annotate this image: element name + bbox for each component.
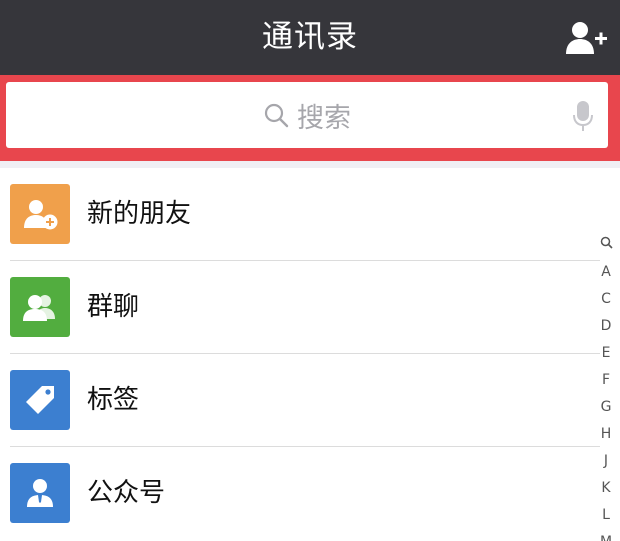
index-letter[interactable]: F xyxy=(598,367,614,394)
index-letter[interactable]: K xyxy=(598,475,614,502)
official-account-icon xyxy=(10,463,70,523)
search-placeholder: 搜索 xyxy=(297,102,351,134)
mic-icon[interactable] xyxy=(572,100,594,132)
alphabet-index-bar[interactable]: A C D E F G H J K L M xyxy=(598,232,614,541)
index-letter[interactable]: M xyxy=(598,529,614,541)
list-item-label: 标签 xyxy=(87,385,140,415)
index-letter[interactable]: D xyxy=(598,313,614,340)
search-highlight-frame: 搜索 xyxy=(0,75,620,161)
tag-icon xyxy=(10,370,70,430)
list-item-label: 公众号 xyxy=(87,478,166,508)
navbar: 通讯录 xyxy=(0,0,620,75)
search-input[interactable]: 搜索 xyxy=(6,82,608,148)
index-letter[interactable]: C xyxy=(598,286,614,313)
index-search-icon[interactable] xyxy=(598,232,614,259)
index-letter[interactable]: E xyxy=(598,340,614,367)
index-letter[interactable]: G xyxy=(598,394,614,421)
add-contact-button[interactable] xyxy=(564,18,608,58)
index-letter[interactable]: J xyxy=(598,448,614,475)
add-contact-icon xyxy=(566,22,607,54)
list-item-tags[interactable]: 标签 xyxy=(0,354,620,447)
index-letter[interactable]: A xyxy=(598,259,614,286)
list-item-new-friends[interactable]: 新的朋友 xyxy=(0,168,620,261)
index-letter[interactable]: L xyxy=(598,502,614,529)
contacts-list: 新的朋友 群聊 标签 公众号 xyxy=(0,168,620,541)
list-item-label: 新的朋友 xyxy=(87,199,192,229)
list-item-official-accounts[interactable]: 公众号 xyxy=(0,447,620,540)
search-placeholder-group: 搜索 xyxy=(6,82,608,148)
search-icon xyxy=(264,103,289,128)
page-title: 通讯录 xyxy=(262,19,358,55)
contacts-screen: 通讯录 搜索 新的朋友 群聊 标签 公众号 A C D E F G H J K … xyxy=(0,0,620,541)
new-friend-icon xyxy=(10,184,70,244)
index-letter[interactable]: H xyxy=(598,421,614,448)
group-chat-icon xyxy=(10,277,70,337)
list-item-group-chat[interactable]: 群聊 xyxy=(0,261,620,354)
list-item-label: 群聊 xyxy=(87,292,140,322)
